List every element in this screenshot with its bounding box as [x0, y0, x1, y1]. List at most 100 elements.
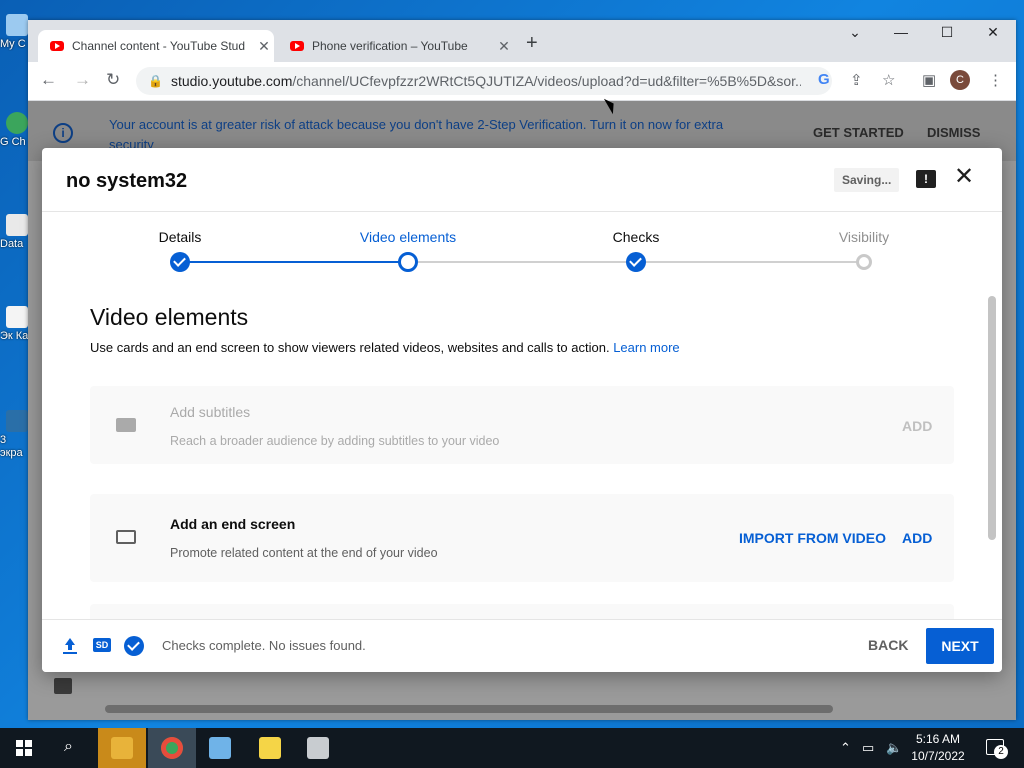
reload-icon[interactable]: ↻	[106, 70, 120, 90]
chrome-menu-icon[interactable]: ⋮	[988, 71, 1003, 89]
step-details[interactable]: Details	[159, 229, 202, 245]
step-todo-dot[interactable]	[856, 254, 872, 270]
folder-icon	[111, 737, 133, 759]
share-icon[interactable]: ⇪	[850, 71, 863, 89]
subtitles-icon	[116, 418, 136, 432]
add-subtitles-card: Add subtitles Reach a broader audience b…	[90, 386, 954, 464]
desktop-icon-label: 3 экра	[0, 434, 23, 459]
end-screen-icon	[116, 530, 136, 544]
url-host: studio.youtube.com	[170, 73, 293, 89]
minimize-icon[interactable]: —	[878, 24, 924, 40]
divider	[42, 211, 1002, 212]
step-current-dot[interactable]	[398, 252, 418, 272]
browser-toolbar: ← → ↻ 🔒 studio.youtube.com/channel/UCfev…	[28, 62, 1016, 101]
desktop-icon-video[interactable]: 3 экра	[0, 410, 30, 460]
taskbar: ⌕ ⌃ ▭ 🔈 5:16 AM 10/7/2022 2	[0, 728, 1024, 768]
close-window-icon[interactable]: ✕	[970, 24, 1016, 41]
maximize-icon[interactable]: ☐	[924, 24, 970, 41]
desktop-icon-my-computer[interactable]: My C	[0, 14, 30, 51]
chrome-icon	[6, 112, 28, 134]
tab-title: Channel content - YouTube Stud	[72, 39, 246, 53]
learn-more-link[interactable]: Learn more	[613, 340, 679, 355]
volume-icon[interactable]: 🔈	[886, 740, 902, 756]
step-checks[interactable]: Checks	[613, 229, 660, 245]
checks-complete-icon	[124, 636, 144, 656]
vertical-scrollbar[interactable]	[988, 296, 996, 540]
tab-phone-verification[interactable]: Phone verification – YouTube ✕	[278, 30, 514, 62]
upload-dialog: no system32 Saving... ! ✕ Details Video …	[42, 148, 1002, 672]
section-title: Video elements	[90, 304, 249, 330]
chevron-up-icon[interactable]: ⌃	[840, 740, 851, 756]
new-tab-icon[interactable]: +	[526, 32, 538, 55]
taskbar-sticky-notes[interactable]	[246, 728, 294, 768]
desktop-icon-label: G Ch	[0, 136, 26, 148]
add-end-screen-card: Add an end screen Promote related conten…	[90, 494, 954, 582]
lock-icon: 🔒	[148, 74, 163, 88]
clock[interactable]: 5:16 AM 10/7/2022	[908, 731, 968, 765]
taskbar-app[interactable]	[294, 728, 342, 768]
sticky-note-icon	[259, 737, 281, 759]
back-arrow-icon[interactable]: ←	[40, 70, 57, 90]
network-icon[interactable]: ▭	[862, 740, 874, 756]
add-end-screen-button[interactable]: ADD	[902, 530, 932, 546]
dismiss-button[interactable]: DISMISS	[927, 125, 980, 140]
step-video-elements[interactable]: Video elements	[360, 229, 456, 245]
add-subtitles-button[interactable]: ADD	[902, 418, 932, 434]
forward-arrow-icon[interactable]: →	[74, 70, 91, 90]
dialog-content: Video elements Use cards and an end scre…	[42, 294, 1002, 620]
tab-search-icon[interactable]: ⌄	[832, 24, 878, 41]
close-icon[interactable]: ✕	[954, 162, 974, 191]
card-title: Add an end screen	[170, 516, 296, 532]
search-icon[interactable]: ⌕	[64, 738, 73, 756]
desktop-icon-chrome[interactable]: G Ch	[0, 112, 30, 149]
card-description: Reach a broader audience by adding subti…	[170, 434, 500, 448]
next-button[interactable]: NEXT	[926, 628, 994, 664]
youtube-icon	[290, 41, 304, 51]
step-done-check-icon[interactable]	[170, 252, 190, 272]
feedback-icon[interactable]: !	[916, 170, 936, 188]
desktop-icon-label: Data	[0, 238, 24, 250]
close-tab-icon[interactable]: ✕	[254, 38, 274, 55]
desktop-icon-label: My C	[0, 38, 26, 50]
close-tab-icon[interactable]: ✕	[494, 38, 514, 55]
address-bar[interactable]: 🔒 studio.youtube.com/channel/UCfevpfzzr2…	[136, 67, 832, 95]
computer-icon	[6, 14, 28, 36]
step-visibility[interactable]: Visibility	[839, 229, 889, 245]
tab-title: Phone verification – YouTube	[312, 39, 468, 53]
section-desc-text: Use cards and an end screen to show view…	[90, 340, 610, 355]
import-from-video-button[interactable]: IMPORT FROM VIDEO	[739, 530, 886, 546]
bookmark-star-icon[interactable]: ☆	[882, 71, 895, 89]
taskbar-chrome[interactable]	[148, 728, 196, 768]
youtube-icon	[50, 41, 64, 51]
clock-time: 5:16 AM	[915, 732, 961, 746]
notification-count: 2	[994, 745, 1008, 759]
desktop-icon-label: Эк Ка	[0, 330, 29, 342]
app-icon	[307, 737, 329, 759]
clock-date: 10/7/2022	[911, 749, 965, 763]
chrome-icon	[161, 737, 183, 759]
tab-channel-content[interactable]: Channel content - YouTube Stud ✕	[38, 30, 274, 62]
section-description: Use cards and an end screen to show view…	[90, 340, 680, 355]
url-text[interactable]: studio.youtube.com/channel/UCfevpfzzr2WR…	[171, 73, 801, 89]
shortcut-icon	[6, 214, 28, 236]
upload-icon	[62, 638, 78, 654]
windows-start-icon[interactable]	[16, 740, 32, 756]
step-done-check-icon[interactable]	[626, 252, 646, 272]
horizontal-scrollbar[interactable]	[105, 705, 833, 713]
desktop-icon-data[interactable]: Data	[0, 214, 30, 251]
get-started-button[interactable]: GET STARTED	[813, 125, 904, 140]
side-panel-icon[interactable]: ▣	[922, 71, 936, 89]
feedback-icon[interactable]	[54, 678, 72, 694]
taskbar-file-explorer[interactable]	[98, 728, 146, 768]
google-lens-icon[interactable]: G	[818, 71, 830, 88]
processing-hd-icon: SD	[93, 638, 111, 652]
document-icon	[6, 306, 28, 328]
profile-avatar[interactable]: C	[950, 70, 970, 90]
back-button[interactable]: BACK	[868, 637, 908, 653]
saving-badge: Saving...	[834, 168, 900, 192]
desktop-icon-screen-keyboard[interactable]: Эк Ка	[0, 306, 30, 343]
url-path: /channel/UCfevpfzzr2WRtCt5QJUTIZA/videos…	[292, 73, 801, 89]
card-title: Add subtitles	[170, 404, 251, 420]
taskbar-remote-desktop[interactable]	[196, 728, 244, 768]
dialog-title: no system32	[66, 170, 188, 192]
